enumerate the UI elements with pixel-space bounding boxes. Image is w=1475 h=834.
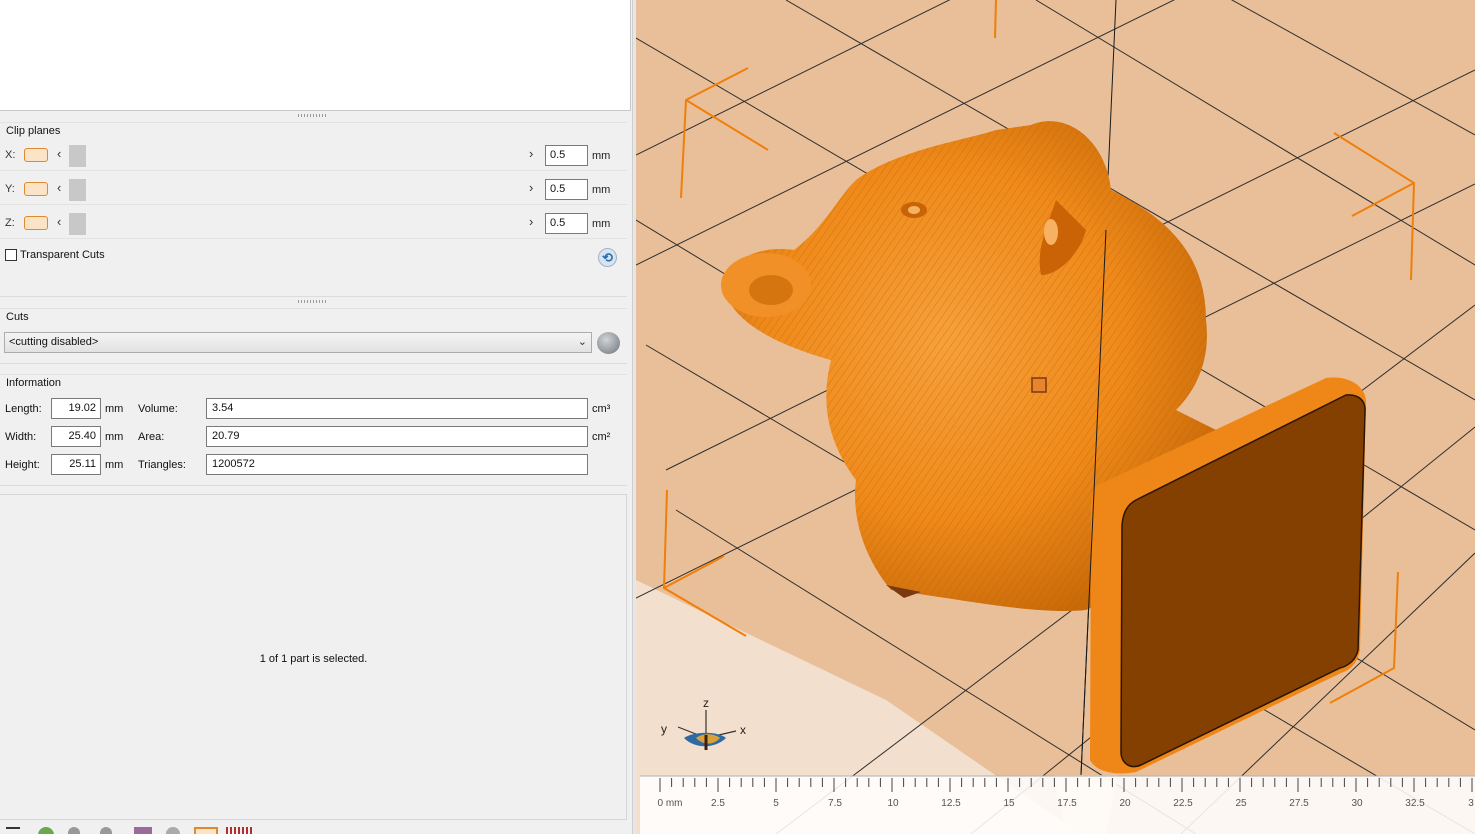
toolbar-sphere-icon-2[interactable] xyxy=(100,827,112,834)
clip-plane-z-toggle[interactable] xyxy=(24,216,48,230)
measurement-ruler: 0 mm 2.5 5 7.5 10 12.5 15 17.5 20 22.5 2… xyxy=(640,775,1475,834)
ruler-label: 15 xyxy=(1003,798,1015,809)
toolbar-tool-icon[interactable] xyxy=(6,827,20,834)
clip-y-unit: mm xyxy=(592,184,611,196)
3d-viewport[interactable]: z x y 0 mm 2.5 5 7.5 10 12.5 15 17.5 20 … xyxy=(636,0,1475,834)
clip-row-z: Z: ‹ › 0.5 mm xyxy=(0,209,627,239)
selection-status: 1 of 1 part is selected. xyxy=(259,653,368,665)
clip-z-slider[interactable] xyxy=(69,213,86,235)
width-value: 25.40 xyxy=(51,426,101,447)
clip-z-label: Z: xyxy=(5,217,15,229)
clip-x-value-input[interactable]: 0.5 xyxy=(545,145,588,166)
clip-planes-title: Clip planes xyxy=(6,125,61,137)
clip-plane-y-toggle[interactable] xyxy=(24,182,48,196)
cut-tool-button[interactable] xyxy=(597,332,620,354)
toolbar-box-icon[interactable] xyxy=(134,827,152,834)
transparent-cuts-checkbox[interactable] xyxy=(5,249,17,261)
ruler-label: 10 xyxy=(887,798,899,809)
clip-y-increase-button[interactable]: › xyxy=(529,181,533,195)
clip-x-label: X: xyxy=(5,149,16,161)
splitter-handle[interactable] xyxy=(298,114,326,117)
ruler-label: 7.5 xyxy=(828,798,842,809)
ruler-label: 32.5 xyxy=(1405,798,1425,809)
toolbar-globe-icon[interactable] xyxy=(38,827,54,834)
area-unit: cm² xyxy=(592,431,611,443)
ruler-label: 27.5 xyxy=(1289,798,1309,809)
volume-unit: cm³ xyxy=(592,403,611,415)
ruler-label: 2.5 xyxy=(711,798,725,809)
axis-y-label: y xyxy=(661,722,667,736)
properties-panel: Clip planes X: ‹ › 0.5 mm Y: ‹ › 0.5 mm … xyxy=(0,0,634,834)
length-label: Length: xyxy=(5,403,42,415)
width-unit: mm xyxy=(105,431,124,443)
ruler-label: 25 xyxy=(1235,798,1247,809)
clip-x-slider[interactable] xyxy=(69,145,86,167)
ruler-label: 22.5 xyxy=(1173,798,1193,809)
volume-value: 3.54 xyxy=(206,398,588,419)
clip-z-value-input[interactable]: 0.5 xyxy=(545,213,588,234)
clip-row-x: X: ‹ › 0.5 mm xyxy=(0,141,627,171)
clip-row-y: Y: ‹ › 0.5 mm xyxy=(0,175,627,205)
bottom-toolbar xyxy=(0,824,634,834)
ruler-label: 3 xyxy=(1468,798,1474,809)
triangles-label: Triangles: xyxy=(138,459,186,471)
toolbar-ruler-icon[interactable] xyxy=(226,827,252,834)
area-value: 20.79 xyxy=(206,426,588,447)
triangles-value: 1200572 xyxy=(206,454,588,475)
pivot-marker[interactable] xyxy=(1031,377,1047,393)
scene-svg[interactable]: z x y 0 mm 2.5 5 7.5 10 12.5 15 17.5 20 … xyxy=(636,0,1475,834)
height-value: 25.11 xyxy=(51,454,101,475)
ruler-label: 20 xyxy=(1119,798,1131,809)
transparent-cuts-label: Transparent Cuts xyxy=(20,249,105,261)
chevron-down-icon: ⌄ xyxy=(577,336,587,348)
ruler-label: 30 xyxy=(1351,798,1363,809)
selection-panel: 1 of 1 part is selected. xyxy=(0,494,627,820)
cuts-dropdown[interactable]: <cutting disabled> ⌄ xyxy=(4,332,592,353)
length-value: 19.02 xyxy=(51,398,101,419)
clip-y-decrease-button[interactable]: ‹ xyxy=(57,181,61,195)
clip-plane-x-toggle[interactable] xyxy=(24,148,48,162)
information-title: Information xyxy=(6,377,62,389)
width-label: Width: xyxy=(5,431,37,443)
volume-label: Volume: xyxy=(138,403,178,415)
object-list-area[interactable] xyxy=(0,0,631,111)
cuts-dropdown-value: <cutting disabled> xyxy=(9,336,99,348)
axis-x-label: x xyxy=(740,723,746,737)
length-unit: mm xyxy=(105,403,124,415)
clip-z-increase-button[interactable]: › xyxy=(529,215,533,229)
toolbar-clip-icon[interactable] xyxy=(194,827,218,834)
axis-z-label: z xyxy=(703,696,709,710)
ruler-label: 17.5 xyxy=(1057,798,1077,809)
ruler-label: 5 xyxy=(773,798,779,809)
splitter-handle-2[interactable] xyxy=(298,300,326,303)
toolbar-sphere-icon-3[interactable] xyxy=(166,827,180,834)
height-unit: mm xyxy=(105,459,124,471)
height-label: Height: xyxy=(5,459,40,471)
ruler-label: 12.5 xyxy=(941,798,961,809)
clip-x-increase-button[interactable]: › xyxy=(529,147,533,161)
clip-z-unit: mm xyxy=(592,218,611,230)
area-label: Area: xyxy=(138,431,165,443)
cuts-title: Cuts xyxy=(6,311,29,323)
clip-x-decrease-button[interactable]: ‹ xyxy=(57,147,61,161)
reset-clip-icon[interactable]: ⟲ xyxy=(598,248,617,267)
clip-x-unit: mm xyxy=(592,150,611,162)
clip-z-decrease-button[interactable]: ‹ xyxy=(57,215,61,229)
clip-y-value-input[interactable]: 0.5 xyxy=(545,179,588,200)
clip-y-label: Y: xyxy=(5,183,15,195)
toolbar-sphere-icon[interactable] xyxy=(68,827,80,834)
clip-y-slider[interactable] xyxy=(69,179,86,201)
ruler-label: 0 mm xyxy=(658,798,683,809)
